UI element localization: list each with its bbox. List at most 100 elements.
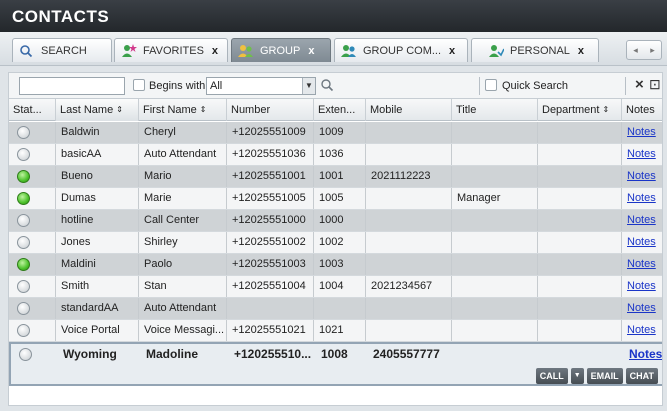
table-row-selected[interactable]: Wyoming Madoline +120255510... 1008 24055577… — [9, 342, 662, 386]
cell-number: +12025551002 — [227, 232, 314, 253]
close-icon[interactable]: x — [308, 45, 314, 57]
close-icon[interactable]: x — [212, 45, 218, 57]
presence-icon — [17, 280, 30, 293]
notes-link-text[interactable]: Notes — [627, 214, 656, 226]
notes-link-text[interactable]: Notes — [627, 302, 656, 314]
cell-first: Mario — [139, 166, 227, 187]
tab-group-common[interactable]: GROUP COM... x — [334, 38, 468, 62]
notes-link[interactable]: Notes — [622, 166, 662, 187]
cell-mobile — [366, 232, 452, 253]
presence-icon — [17, 302, 30, 315]
column-extension[interactable]: Exten... — [314, 99, 366, 121]
table-row[interactable]: Baldwin Cheryl +12025551009 1009 Notes — [9, 122, 662, 144]
notes-link-text[interactable]: Notes — [627, 192, 656, 204]
filter-toolbar: Begins with All ▼ Quick Search × ⊡ — [8, 72, 663, 98]
email-button[interactable]: EMAIL — [586, 368, 623, 384]
column-title[interactable]: Title — [452, 99, 538, 121]
table-row[interactable]: hotline Call Center +12025551000 1000 Notes — [9, 210, 662, 232]
column-notes[interactable]: Notes — [622, 99, 662, 121]
cell-ext: 1008 — [321, 347, 348, 361]
notes-link[interactable]: Notes — [622, 254, 662, 275]
call-button[interactable]: CALL — [535, 368, 568, 384]
cell-mobile — [366, 210, 452, 231]
notes-link[interactable]: Notes — [622, 210, 662, 231]
notes-link-text[interactable]: Notes — [627, 170, 656, 182]
table-row[interactable]: Maldini Paolo +12025551003 1003 Notes — [9, 254, 662, 276]
notes-link-text[interactable]: Notes — [627, 280, 656, 292]
notes-link[interactable]: Notes — [622, 122, 662, 143]
cell-ext: 1005 — [314, 188, 366, 209]
status-cell — [9, 144, 56, 165]
column-mobile[interactable]: Mobile — [366, 99, 452, 121]
filter-input[interactable] — [19, 77, 125, 95]
notes-link-text[interactable]: Notes — [627, 148, 656, 160]
begins-with-checkbox[interactable] — [133, 79, 145, 91]
cell-last: Dumas — [56, 188, 139, 209]
table-row[interactable]: Jones Shirley +12025551002 1002 Notes — [9, 232, 662, 254]
notes-link[interactable]: Notes — [622, 232, 662, 253]
cell-last: hotline — [56, 210, 139, 231]
presence-icon — [17, 126, 30, 139]
cell-title — [452, 254, 538, 275]
column-status[interactable]: Stat... — [9, 99, 56, 121]
cell-ext: 1009 — [314, 122, 366, 143]
tab-next-icon[interactable]: ▸ — [644, 41, 661, 59]
tab-prev-icon[interactable]: ◂ — [627, 41, 644, 59]
cell-last: Maldini — [56, 254, 139, 275]
notes-link[interactable]: Notes — [622, 144, 662, 165]
chevron-down-icon[interactable]: ▼ — [302, 78, 315, 94]
notes-link[interactable]: Notes — [624, 344, 662, 365]
sort-icon: ⇕ — [116, 105, 123, 114]
table-row[interactable]: Voice Portal Voice Messagi... +12025551021… — [9, 320, 662, 342]
notes-link-text[interactable]: Notes — [627, 236, 656, 248]
status-cell — [9, 188, 56, 209]
table-row[interactable]: basicAA Auto Attendant +12025551036 1036 Not… — [9, 144, 662, 166]
column-select[interactable]: All ▼ — [206, 77, 316, 95]
cell-dept — [538, 122, 622, 143]
tab-favorites[interactable]: FAVORITES x — [114, 38, 228, 62]
search-icon — [19, 44, 35, 58]
cell-number: +12025551000 — [227, 210, 314, 231]
notes-link-text[interactable]: Notes — [627, 324, 656, 336]
call-menu-icon[interactable]: ▼ — [570, 368, 584, 384]
column-number[interactable]: Number — [227, 99, 314, 121]
close-icon[interactable]: x — [449, 45, 455, 57]
notes-link[interactable]: Notes — [622, 188, 662, 209]
tab-label: GROUP COM... — [363, 44, 442, 57]
cell-last: Jones — [56, 232, 139, 253]
table-row[interactable]: Dumas Marie +12025551005 1005 Manager Notes — [9, 188, 662, 210]
clear-icon[interactable]: × — [635, 76, 644, 93]
cell-number: +12025551004 — [227, 276, 314, 297]
cell-last: standardAA — [56, 298, 139, 319]
table-row[interactable]: Smith Stan +12025551004 1004 2021234567 Notes — [9, 276, 662, 298]
tab-search[interactable]: SEARCH — [12, 38, 112, 62]
notes-link-text[interactable]: Notes — [629, 347, 662, 361]
status-cell — [9, 122, 56, 143]
table-header: Stat... Last Name ⇕ First Name ⇕ Number Ex… — [9, 99, 662, 121]
table-row[interactable]: Bueno Mario +12025551001 1001 2021112223 Note… — [9, 166, 662, 188]
cell-number: +12025551001 — [227, 166, 314, 187]
search-icon[interactable] — [320, 78, 334, 95]
notes-link[interactable]: Notes — [622, 320, 662, 341]
group-common-icon — [341, 44, 357, 58]
notes-link-text[interactable]: Notes — [627, 258, 656, 270]
cell-last: Voice Portal — [56, 320, 139, 341]
notes-link[interactable]: Notes — [622, 276, 662, 297]
column-department[interactable]: Department ⇕ — [538, 99, 622, 121]
quick-search-checkbox[interactable] — [485, 79, 497, 91]
notes-link[interactable]: Notes — [622, 298, 662, 319]
cell-ext: 1004 — [314, 276, 366, 297]
export-icon[interactable]: ⊡ — [649, 76, 661, 93]
cell-first: Auto Attendant — [139, 298, 227, 319]
column-last-name[interactable]: Last Name ⇕ — [56, 99, 139, 121]
close-icon[interactable]: x — [578, 45, 584, 57]
column-first-name[interactable]: First Name ⇕ — [139, 99, 227, 121]
notes-link-text[interactable]: Notes — [627, 126, 656, 138]
cell-mobile — [366, 254, 452, 275]
tab-personal[interactable]: PERSONAL x — [471, 38, 599, 62]
panel-title: CONTACTS — [12, 7, 110, 26]
cell-dept — [538, 320, 622, 341]
chat-button[interactable]: CHAT — [625, 368, 658, 384]
tab-group[interactable]: GROUP x — [231, 38, 331, 62]
table-row[interactable]: standardAA Auto Attendant Notes — [9, 298, 662, 320]
